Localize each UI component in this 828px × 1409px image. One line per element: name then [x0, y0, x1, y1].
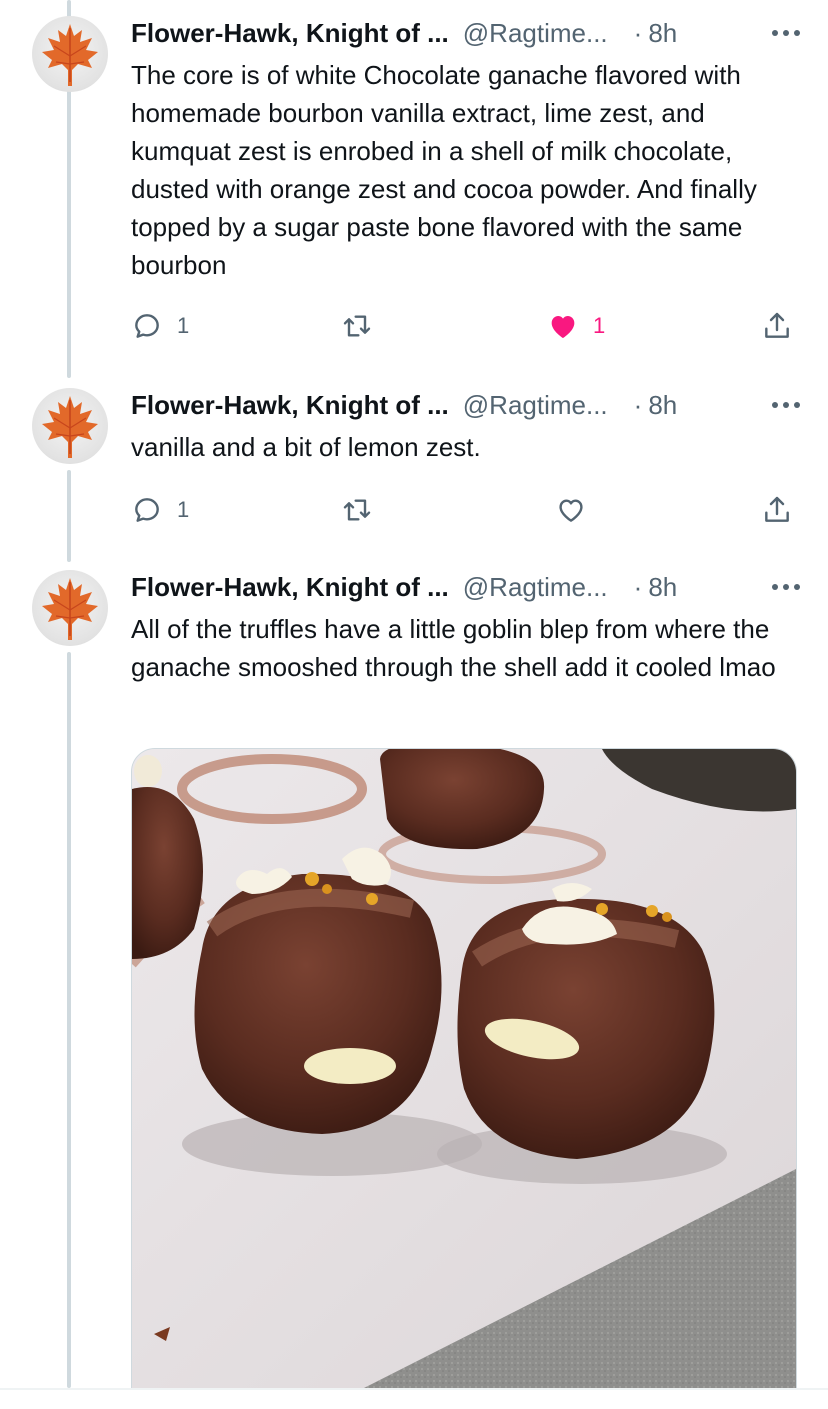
share-icon — [765, 312, 789, 338]
maple-leaf-icon — [42, 24, 98, 86]
avatar[interactable] — [32, 16, 108, 92]
more-icon[interactable] — [766, 386, 806, 424]
share-button[interactable] — [761, 306, 793, 346]
tweet-photo[interactable] — [131, 748, 797, 1390]
reply-icon — [135, 498, 159, 522]
reply-count: 1 — [177, 497, 190, 522]
retweet-icon — [343, 315, 371, 337]
share-icon — [765, 496, 789, 522]
truffles-photo — [132, 749, 796, 1389]
tweet-text: The core is of white Chocolate ganache f… — [131, 60, 757, 280]
author-handle[interactable]: @Ragtime... — [463, 390, 608, 421]
like-button[interactable]: 1 — [547, 306, 605, 346]
like-button[interactable] — [555, 490, 601, 530]
author-handle[interactable]: @Ragtime... — [463, 18, 608, 49]
like-count: 1 — [593, 313, 606, 338]
author-name[interactable]: Flower-Hawk, Knight of ... — [131, 572, 449, 603]
heart-filled-icon — [551, 316, 575, 338]
separator: · — [633, 389, 643, 420]
retweet-button[interactable] — [341, 490, 387, 530]
separator: · — [633, 571, 643, 602]
tweet[interactable]: Flower-Hawk, Knight of ... @Ragtime... ·… — [0, 0, 828, 372]
more-icon[interactable] — [766, 568, 806, 606]
avatar[interactable] — [32, 388, 108, 464]
tweet-text: All of the truffles have a little goblin… — [131, 614, 776, 682]
tweet-text: vanilla and a bit of lemon zest. — [131, 432, 481, 462]
reply-count: 1 — [177, 313, 190, 338]
tweet-actions: 1 — [131, 490, 795, 530]
more-icon[interactable] — [766, 14, 806, 52]
divider — [0, 1388, 828, 1390]
tweet-header: Flower-Hawk, Knight of ... @Ragtime... ·… — [131, 386, 808, 424]
tweet-header: Flower-Hawk, Knight of ... @Ragtime... ·… — [131, 568, 808, 606]
maple-leaf-icon — [42, 578, 98, 640]
avatar[interactable] — [32, 570, 108, 646]
reply-button[interactable]: 1 — [131, 490, 189, 530]
reply-button[interactable]: 1 — [131, 306, 189, 346]
tweet-header: Flower-Hawk, Knight of ... @Ragtime... ·… — [131, 14, 808, 52]
reply-icon — [135, 314, 159, 338]
timestamp[interactable]: 8h — [648, 18, 677, 49]
author-name[interactable]: Flower-Hawk, Knight of ... — [131, 390, 449, 421]
retweet-icon — [343, 499, 371, 521]
maple-leaf-icon — [42, 396, 98, 458]
retweet-button[interactable] — [341, 306, 387, 346]
tweet-actions: 1 1 — [131, 306, 795, 346]
tweet[interactable]: Flower-Hawk, Knight of ... @Ragtime... ·… — [0, 372, 828, 554]
author-name[interactable]: Flower-Hawk, Knight of ... — [131, 18, 449, 49]
share-button[interactable] — [761, 490, 793, 530]
heart-icon — [559, 499, 583, 522]
timestamp[interactable]: 8h — [648, 390, 677, 421]
separator: · — [633, 17, 643, 48]
author-handle[interactable]: @Ragtime... — [463, 572, 608, 603]
timestamp[interactable]: 8h — [648, 572, 677, 603]
